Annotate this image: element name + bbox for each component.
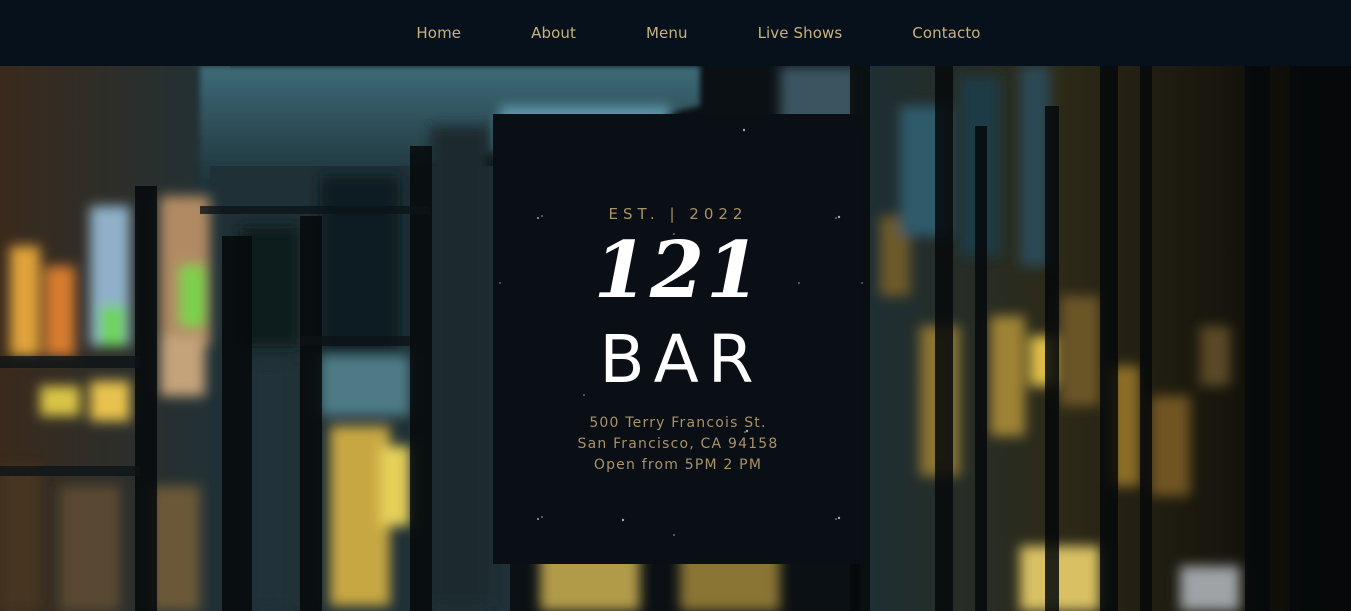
address-block: 500 Terry Francois St. San Francisco, CA… (493, 413, 863, 476)
opening-hours: Open from 5PM 2 PM (593, 457, 763, 473)
bar-info-card: EST. | 2022 121 BAR 500 Terry Francois S… (493, 114, 863, 564)
nav-live-shows-link[interactable]: Live Shows (723, 24, 878, 42)
top-navigation: Home About Menu Live Shows Contacto (0, 0, 1351, 66)
nav-about-link[interactable]: About (496, 24, 611, 42)
nav-links: Home About Menu Live Shows Contacto (381, 24, 1015, 42)
nav-home-link[interactable]: Home (381, 24, 496, 42)
address-city: San Francisco, CA 94158 (577, 436, 779, 452)
nav-menu-link[interactable]: Menu (611, 24, 723, 42)
nav-contacto-link[interactable]: Contacto (877, 24, 1015, 42)
established-label: EST. | 2022 (608, 205, 748, 223)
address-street: 500 Terry Francois St. (589, 415, 767, 431)
bar-word-heading: BAR (599, 321, 763, 398)
bar-number-heading: 121 (593, 225, 763, 316)
